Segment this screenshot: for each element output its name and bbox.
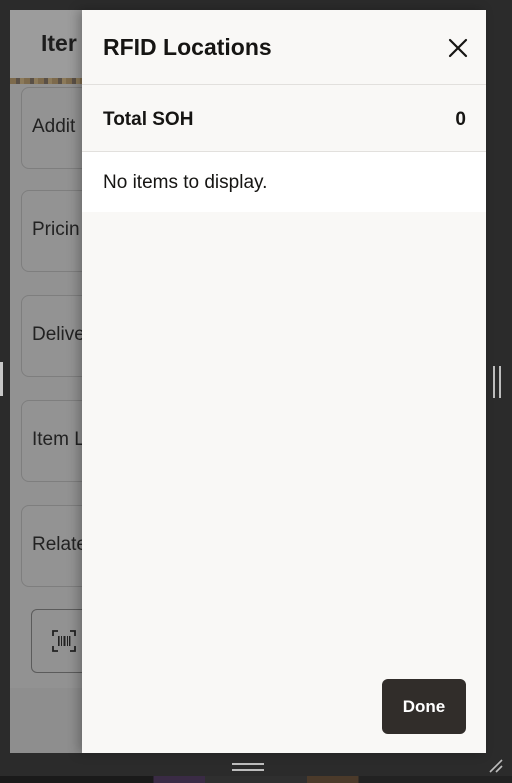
device-frame: Iter Addit Pricin Delive Item L Relate R… xyxy=(0,0,512,783)
card-label: Addit xyxy=(32,116,76,137)
barcode-scan-icon xyxy=(52,630,76,652)
resize-grip-icon[interactable] xyxy=(488,758,504,774)
drawer-header: RFID Locations xyxy=(82,10,486,85)
right-resize-handle[interactable] xyxy=(493,366,501,398)
left-resize-handle[interactable] xyxy=(0,362,3,396)
taskbar-strip xyxy=(0,776,512,783)
empty-message: No items to display. xyxy=(103,172,268,193)
drawer-title: RFID Locations xyxy=(103,34,272,60)
app-title: Iter xyxy=(41,30,77,56)
done-button[interactable]: Done xyxy=(382,679,466,734)
total-soh-label: Total SOH xyxy=(103,109,194,130)
close-icon xyxy=(448,38,468,58)
close-button[interactable] xyxy=(446,36,470,60)
empty-list: No items to display. xyxy=(82,152,486,212)
card-label: Relate xyxy=(32,534,87,555)
card-label: Pricin xyxy=(32,219,80,240)
card-label: Delive xyxy=(32,324,85,345)
rfid-locations-drawer: RFID Locations Total SOH 0 No items to d… xyxy=(82,10,486,753)
total-soh-row: Total SOH 0 xyxy=(82,85,486,152)
total-soh-value: 0 xyxy=(455,109,466,130)
bottom-resize-handle[interactable] xyxy=(232,763,264,771)
card-label: Item L xyxy=(32,429,85,450)
